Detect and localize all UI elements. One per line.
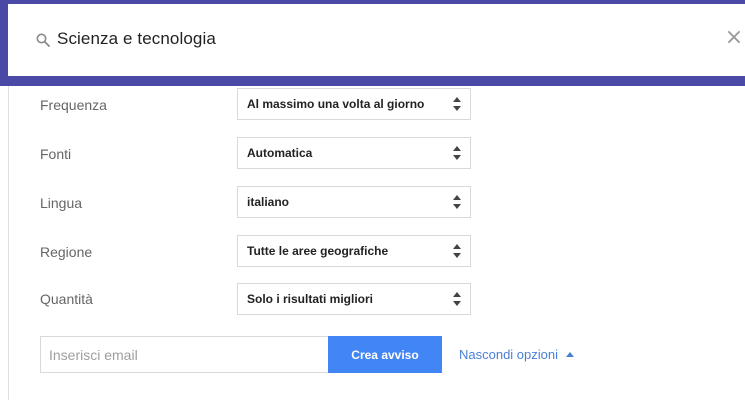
- hide-options-label: Nascondi opzioni: [459, 347, 559, 362]
- hide-options-link[interactable]: Nascondi opzioni: [459, 347, 575, 362]
- focus-border-left: [0, 0, 8, 86]
- frequency-value: Al massimo una volta al giorno: [247, 97, 425, 111]
- sources-label: Fonti: [40, 146, 72, 162]
- search-query[interactable]: Scienza e tecnologia: [57, 29, 216, 49]
- language-value: italiano: [247, 195, 290, 209]
- select-arrows-icon: [453, 97, 461, 111]
- focus-border-bottom: [0, 76, 745, 86]
- language-select[interactable]: italiano: [237, 186, 471, 218]
- create-alert-button[interactable]: Crea avviso: [328, 336, 442, 373]
- search-icon: [36, 33, 50, 47]
- select-arrows-icon: [453, 292, 461, 306]
- select-arrows-icon: [453, 244, 461, 258]
- close-icon[interactable]: ×: [723, 27, 745, 49]
- quantity-select[interactable]: Solo i risultati migliori: [237, 283, 471, 315]
- region-label: Regione: [40, 244, 93, 260]
- email-field[interactable]: [40, 336, 329, 373]
- select-arrows-icon: [453, 146, 461, 160]
- sources-select[interactable]: Automatica: [237, 137, 471, 169]
- sources-value: Automatica: [247, 146, 313, 160]
- quantity-label: Quantità: [40, 291, 93, 307]
- select-arrows-icon: [453, 195, 461, 209]
- caret-up-icon: [566, 352, 575, 357]
- search-bar[interactable]: Scienza e tecnologia ×: [8, 4, 745, 76]
- panel-left-border: [8, 86, 9, 400]
- language-label: Lingua: [40, 195, 83, 211]
- frequency-label: Frequenza: [40, 97, 107, 113]
- quantity-value: Solo i risultati migliori: [247, 292, 374, 306]
- alert-options-panel: Scienza e tecnologia × Frequenza Al mass…: [0, 0, 745, 400]
- region-value: Tutte le aree geografiche: [247, 244, 389, 258]
- region-select[interactable]: Tutte le aree geografiche: [237, 235, 471, 267]
- frequency-select[interactable]: Al massimo una volta al giorno: [237, 88, 471, 120]
